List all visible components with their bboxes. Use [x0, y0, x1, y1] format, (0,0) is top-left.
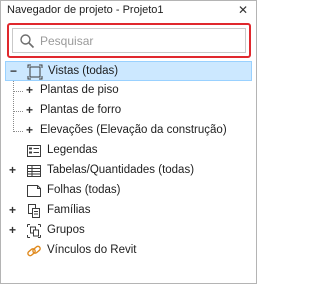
expand-toggle[interactable]: + [25, 84, 34, 96]
tree-item-label: Plantas de forro [40, 104, 122, 116]
expand-toggle[interactable]: + [8, 164, 17, 176]
tree-item-label: Grupos [47, 224, 85, 236]
expand-toggle[interactable]: + [8, 204, 17, 216]
tree-item-label: Tabelas/Quantidades (todas) [47, 164, 195, 176]
tree-item-label: Legendas [47, 144, 98, 156]
tree-item-label: Famílias [47, 204, 91, 216]
tree-item-views[interactable]: − Vistas (todas) [5, 61, 252, 81]
tree-item-sheets[interactable]: Folhas (todas) [5, 181, 252, 201]
groups-icon [27, 224, 41, 238]
tree-item-revit-links[interactable]: Vínculos do Revit [5, 241, 252, 261]
tree-item-groups[interactable]: + Grupos [5, 221, 252, 241]
search-field[interactable] [12, 28, 246, 53]
search-icon [20, 34, 35, 49]
views-icon [27, 64, 43, 80]
expand-toggle[interactable]: + [25, 124, 34, 136]
tree-item-label: Plantas de piso [40, 84, 119, 96]
tree-item-floor-plans[interactable]: + Plantas de piso [5, 81, 252, 101]
project-browser-panel: Navegador de projeto - Projeto1 ✕ − Vist… [0, 0, 257, 284]
close-button[interactable]: ✕ [237, 4, 249, 16]
schedules-icon [27, 165, 41, 177]
tree-item-elevations[interactable]: + Elevações (Elevação da construção) [5, 121, 252, 141]
tree-item-ceiling-plans[interactable]: + Plantas de forro [5, 101, 252, 121]
tree-item-label: Vistas (todas) [48, 65, 119, 77]
tree-item-families[interactable]: + Famílias [5, 201, 252, 221]
expand-toggle[interactable]: + [25, 104, 34, 116]
tree-item-label: Vínculos do Revit [47, 244, 137, 256]
tree-item-label: Folhas (todas) [47, 184, 121, 196]
search-highlight-frame [7, 23, 251, 58]
tree-item-schedules[interactable]: + Tabelas/Quantidades (todas) [5, 161, 252, 181]
search-input[interactable] [40, 31, 240, 51]
panel-title: Navegador de projeto - Projeto1 [7, 4, 164, 16]
families-icon [28, 204, 40, 218]
sheets-icon [27, 185, 41, 197]
revit-links-icon [27, 245, 41, 257]
tree-item-legends[interactable]: Legendas [5, 141, 252, 161]
tree-item-label: Elevações (Elevação da construção) [40, 124, 227, 136]
legends-icon [27, 145, 41, 157]
collapse-toggle[interactable]: − [9, 65, 18, 77]
panel-titlebar: Navegador de projeto - Projeto1 ✕ [1, 1, 256, 21]
expand-toggle[interactable]: + [8, 224, 17, 236]
